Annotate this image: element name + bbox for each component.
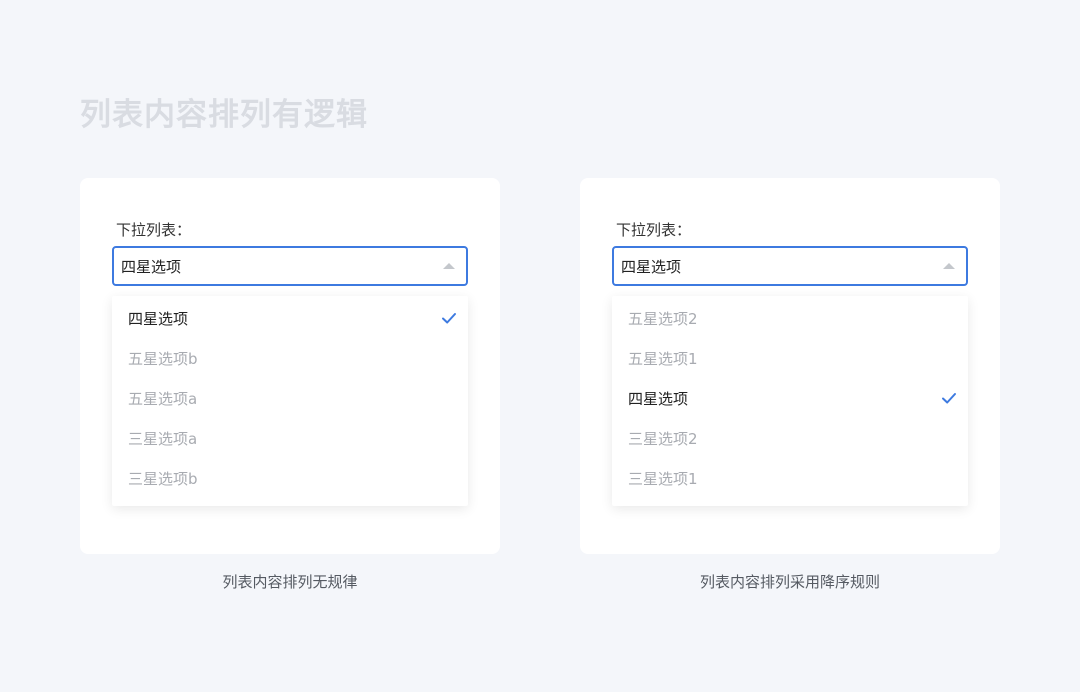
option-label: 三星选项a	[128, 429, 198, 448]
example-card-descending: 下拉列表： 四星选项 五星选项2 五星选项1 四星选项 三星选项2 三星选项1	[580, 178, 1000, 554]
dropdown-option[interactable]: 五星选项b	[112, 338, 468, 378]
check-icon	[442, 313, 456, 324]
caret-up-icon	[443, 263, 455, 269]
option-label: 五星选项1	[628, 349, 698, 368]
dropdown-label: 下拉列表：	[116, 221, 192, 239]
example-card-unordered: 下拉列表： 四星选项 四星选项 五星选项b 五星选项a 三星选项a 三星选项b	[80, 178, 500, 554]
dropdown-option[interactable]: 三星选项1	[612, 458, 968, 498]
dropdown-menu: 四星选项 五星选项b 五星选项a 三星选项a 三星选项b	[112, 296, 468, 506]
check-icon	[942, 393, 956, 404]
dropdown-option[interactable]: 五星选项a	[112, 378, 468, 418]
caret-up-icon	[943, 263, 955, 269]
example-caption-descending: 列表内容排列采用降序规则	[699, 573, 880, 591]
option-label: 三星选项1	[628, 469, 698, 488]
option-label: 五星选项2	[628, 309, 698, 328]
option-label: 四星选项	[628, 389, 689, 408]
option-label: 四星选项	[128, 309, 189, 328]
dropdown-selected-value: 四星选项	[621, 257, 682, 276]
dropdown-option[interactable]: 五星选项2	[612, 298, 968, 338]
dropdown-select[interactable]: 四星选项	[112, 246, 468, 286]
dropdown-option[interactable]: 三星选项b	[112, 458, 468, 498]
option-label: 五星选项b	[128, 349, 198, 368]
dropdown-select[interactable]: 四星选项	[612, 246, 968, 286]
example-caption-unordered: 列表内容排列无规律	[222, 573, 358, 591]
option-label: 三星选项b	[128, 469, 198, 488]
dropdown-menu: 五星选项2 五星选项1 四星选项 三星选项2 三星选项1	[612, 296, 968, 506]
dropdown-selected-value: 四星选项	[121, 257, 182, 276]
dropdown-option[interactable]: 四星选项	[112, 298, 468, 338]
option-label: 三星选项2	[628, 429, 698, 448]
dropdown-label: 下拉列表：	[616, 221, 692, 239]
page-title: 列表内容排列有逻辑	[80, 97, 368, 133]
dropdown-option[interactable]: 五星选项1	[612, 338, 968, 378]
dropdown-option[interactable]: 三星选项a	[112, 418, 468, 458]
dropdown-option[interactable]: 三星选项2	[612, 418, 968, 458]
dropdown-option[interactable]: 四星选项	[612, 378, 968, 418]
option-label: 五星选项a	[128, 389, 198, 408]
